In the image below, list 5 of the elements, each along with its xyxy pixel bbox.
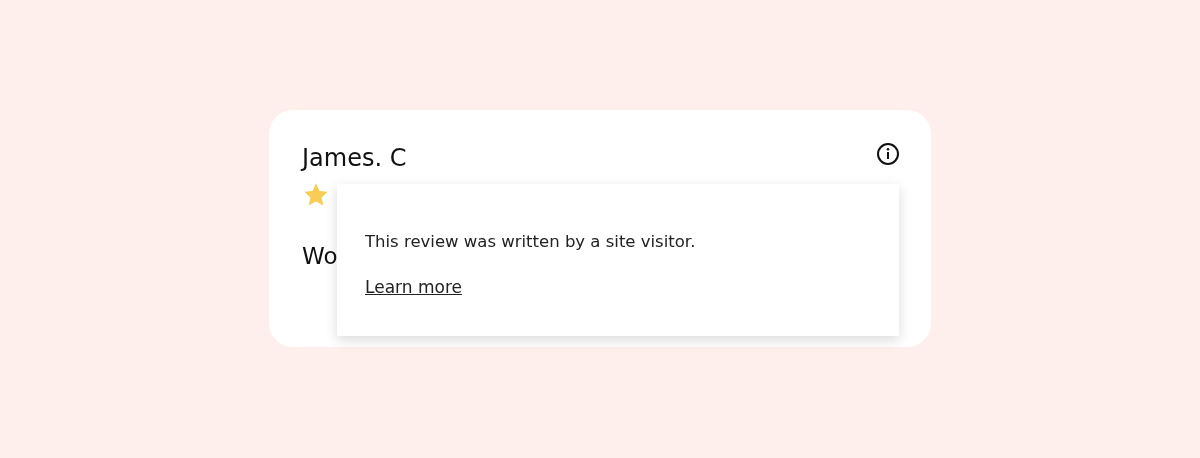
learn-more-link[interactable]: Learn more	[365, 277, 462, 297]
review-text: Wo	[302, 243, 338, 269]
info-icon[interactable]	[876, 142, 900, 166]
reviewer-name: James. C	[302, 144, 407, 172]
tooltip-text: This review was written by a site visitor.	[365, 232, 696, 251]
